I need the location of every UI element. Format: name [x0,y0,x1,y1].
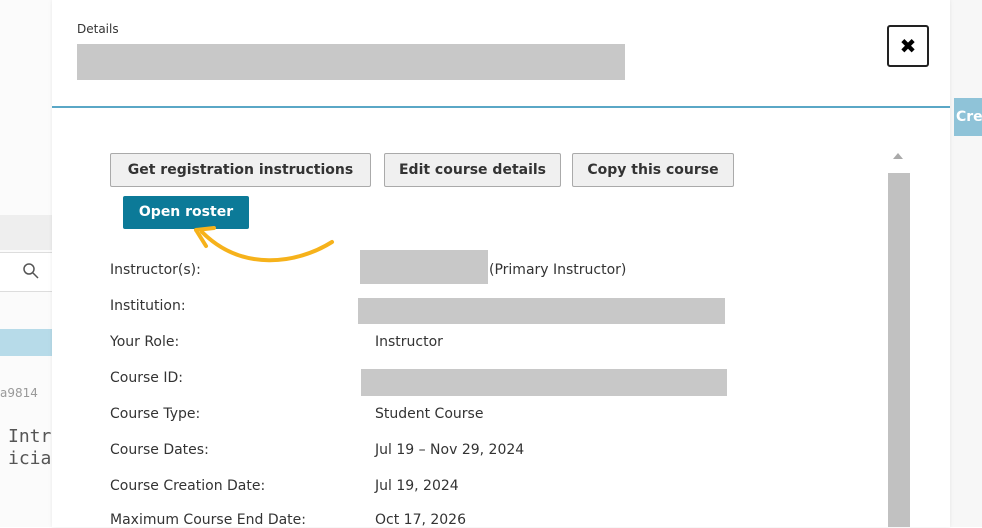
edit-course-details-button[interactable]: Edit course details [384,153,561,187]
course-type-value: Student Course [375,406,484,422]
institution-redacted [358,298,725,324]
course-dates-label: Course Dates: [110,442,209,458]
close-button[interactable]: ✖ [887,25,929,67]
course-dates-value: Jul 19 – Nov 29, 2024 [375,442,525,458]
left-panel-band [0,215,52,250]
course-id-fragment: a9814 [0,386,38,400]
creation-date-label: Course Creation Date: [110,478,266,494]
selected-list-item[interactable] [0,329,52,356]
search-icon[interactable] [22,262,40,280]
role-value: Instructor [375,334,443,350]
course-id-redacted [361,369,727,396]
right-panel [950,0,982,527]
institution-label: Institution: [110,298,186,314]
max-end-date-label: Maximum Course End Date: [110,512,306,528]
scroll-up-icon[interactable] [893,153,903,159]
course-title-line1: Intr [8,426,52,447]
close-icon: ✖ [899,34,917,58]
modal-header: Details ✖ [52,0,950,108]
course-type-label: Course Type: [110,406,201,422]
instructor-label: Instructor(s): [110,262,201,278]
course-id-label: Course ID: [110,370,183,386]
instructor-role-suffix: (Primary Instructor) [489,262,627,278]
scrollbar[interactable] [888,145,910,527]
scroll-thumb[interactable] [888,173,910,527]
course-title-line2: icia [8,448,52,469]
course-details-modal: Details ✖ Get registration instructions … [52,0,950,528]
instructor-redacted [360,250,488,284]
max-end-date-value: Oct 17, 2026 [375,512,466,528]
copy-course-button[interactable]: Copy this course [572,153,734,187]
course-title-fragment[interactable]: Intr icia [8,426,52,470]
create-button[interactable]: Cre [954,98,982,136]
get-registration-instructions-button[interactable]: Get registration instructions [110,153,371,187]
role-label: Your Role: [110,334,180,350]
details-redacted [77,44,625,80]
creation-date-value: Jul 19, 2024 [375,478,459,494]
details-label: Details [77,22,119,36]
arrow-annotation-icon [194,226,334,263]
